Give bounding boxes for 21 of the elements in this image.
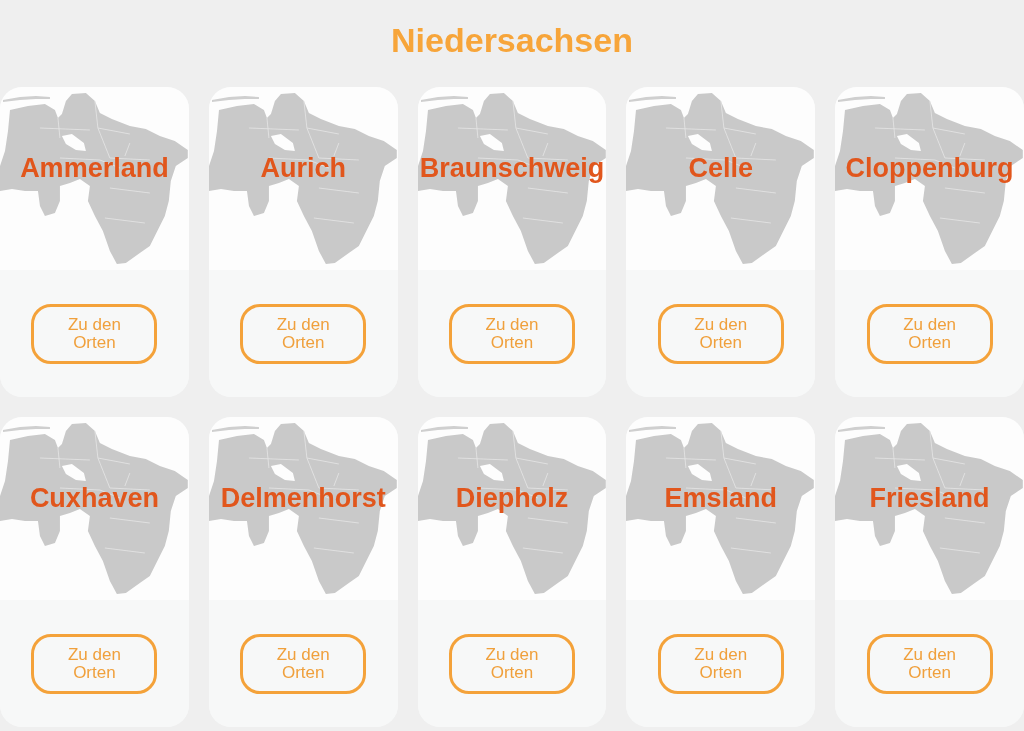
district-title: Celle — [688, 152, 754, 185]
district-title: Ammerland — [20, 152, 169, 185]
places-button[interactable]: Zu den Orten — [657, 633, 784, 694]
district-title: Aurich — [260, 152, 346, 185]
places-button[interactable]: Zu den Orten — [31, 633, 158, 694]
district-title: Braunschweig — [419, 152, 605, 185]
places-button[interactable]: Zu den Orten — [240, 633, 367, 694]
district-title: Diepholz — [455, 482, 569, 515]
places-button[interactable]: Zu den Orten — [657, 303, 784, 364]
page-title: Niedersachsen — [391, 20, 633, 61]
district-title: Friesland — [869, 482, 990, 515]
places-button[interactable]: Zu den Orten — [866, 303, 993, 364]
district-title: Emsland — [664, 482, 778, 515]
district-title: Cloppenburg — [845, 152, 1014, 185]
places-button[interactable]: Zu den Orten — [31, 303, 158, 364]
district-title: Delmenhorst — [220, 482, 386, 515]
places-button[interactable]: Zu den Orten — [240, 303, 367, 364]
places-button[interactable]: Zu den Orten — [449, 633, 575, 694]
places-button[interactable]: Zu den Orten — [449, 303, 575, 364]
district-title: Cuxhaven — [29, 482, 159, 515]
places-button[interactable]: Zu den Orten — [866, 633, 993, 694]
